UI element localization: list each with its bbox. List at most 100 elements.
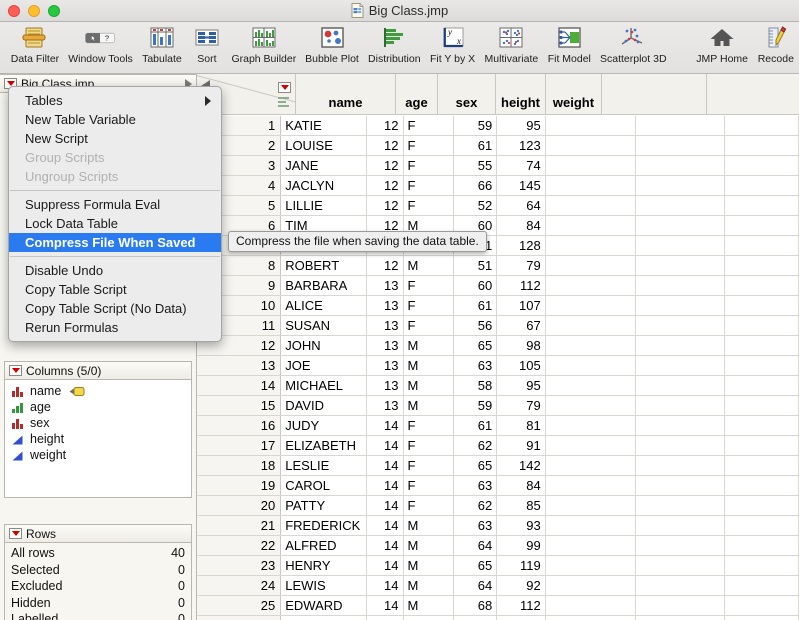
cell-height[interactable]: 62 bbox=[454, 496, 498, 515]
cell-height[interactable]: 64 bbox=[454, 536, 498, 555]
row-number[interactable]: 15 bbox=[197, 396, 282, 415]
cell-sex[interactable]: F bbox=[404, 456, 454, 475]
table-row[interactable]: 18 LESLIE 14 F 65 142 bbox=[197, 456, 799, 476]
cell-height[interactable]: 63 bbox=[454, 516, 498, 535]
cell-empty[interactable] bbox=[636, 616, 726, 620]
cell-empty[interactable] bbox=[725, 316, 799, 335]
cell-empty[interactable] bbox=[636, 516, 726, 535]
cell-weight[interactable]: 74 bbox=[497, 156, 546, 175]
cell-height[interactable]: 68 bbox=[454, 596, 498, 615]
cell-weight[interactable]: 92 bbox=[497, 576, 546, 595]
cell-height[interactable]: 58 bbox=[454, 376, 498, 395]
cell-height[interactable]: 65 bbox=[454, 556, 498, 575]
cell-empty[interactable] bbox=[725, 156, 799, 175]
cell-empty[interactable] bbox=[636, 396, 726, 415]
cell-empty[interactable] bbox=[546, 556, 636, 575]
cell-height[interactable]: 63 bbox=[454, 476, 498, 495]
cell-empty[interactable] bbox=[546, 516, 636, 535]
toolbar-button-sort[interactable]: Sort bbox=[187, 22, 227, 65]
cell-height[interactable]: 62 bbox=[454, 436, 498, 455]
cell-empty[interactable] bbox=[725, 496, 799, 515]
cell-empty[interactable] bbox=[725, 576, 799, 595]
cell-empty[interactable] bbox=[636, 196, 726, 215]
rows-stat-labelled[interactable]: Labelled 0 bbox=[5, 611, 191, 620]
table-row[interactable]: 25 EDWARD 14 M 68 112 bbox=[197, 596, 799, 616]
cell-empty[interactable] bbox=[636, 156, 726, 175]
table-row[interactable]: 12 JOHN 13 M 65 98 bbox=[197, 336, 799, 356]
cell-empty[interactable] bbox=[546, 496, 636, 515]
cell-height[interactable]: 64 bbox=[454, 576, 498, 595]
cell-name[interactable]: JANE bbox=[281, 156, 367, 175]
cell-name[interactable]: CAROL bbox=[281, 476, 367, 495]
rows-panel-header[interactable]: Rows bbox=[4, 524, 192, 543]
cell-name[interactable]: MICHAEL bbox=[281, 376, 367, 395]
cell-height[interactable]: 64 bbox=[454, 616, 498, 620]
cell-age[interactable]: 14 bbox=[367, 516, 404, 535]
cell-empty[interactable] bbox=[636, 536, 726, 555]
cell-empty[interactable] bbox=[636, 136, 726, 155]
table-row[interactable]: 22 ALFRED 14 M 64 99 bbox=[197, 536, 799, 556]
cell-sex[interactable]: F bbox=[404, 476, 454, 495]
cell-empty[interactable] bbox=[546, 156, 636, 175]
toolbar-button-graph-builder[interactable]: Graph Builder bbox=[227, 22, 300, 65]
cell-empty[interactable] bbox=[636, 436, 726, 455]
toolbar-button-fit-model[interactable]: Fit Model bbox=[543, 22, 596, 65]
cell-sex[interactable]: M bbox=[404, 536, 454, 555]
cell-height[interactable]: 63 bbox=[454, 356, 498, 375]
cell-height[interactable]: 56 bbox=[454, 316, 498, 335]
column-list-item-height[interactable]: height bbox=[5, 431, 191, 447]
table-row[interactable]: 9 BARBARA 13 F 60 112 bbox=[197, 276, 799, 296]
table-row[interactable]: 15 DAVID 13 M 59 79 bbox=[197, 396, 799, 416]
table-row[interactable]: 2 LOUISE 12 F 61 123 bbox=[197, 136, 799, 156]
cell-sex[interactable]: M bbox=[404, 376, 454, 395]
table-row[interactable]: 20 PATTY 14 F 62 85 bbox=[197, 496, 799, 516]
menu-item-lock-data-table[interactable]: Lock Data Table bbox=[9, 214, 221, 233]
cell-sex[interactable]: M bbox=[404, 336, 454, 355]
cell-empty[interactable] bbox=[546, 116, 636, 135]
cell-empty[interactable] bbox=[725, 616, 799, 620]
cell-weight[interactable]: 128 bbox=[497, 236, 546, 255]
cell-weight[interactable]: 99 bbox=[497, 536, 546, 555]
cell-empty[interactable] bbox=[546, 216, 636, 235]
cell-empty[interactable] bbox=[636, 176, 726, 195]
cell-empty[interactable] bbox=[725, 536, 799, 555]
menu-item-tables[interactable]: Tables bbox=[9, 91, 221, 110]
cell-name[interactable]: ROBERT bbox=[281, 256, 367, 275]
cell-empty[interactable] bbox=[725, 136, 799, 155]
table-row[interactable]: 26CHRIS14M6499 bbox=[197, 616, 799, 620]
cell-weight[interactable]: 119 bbox=[497, 556, 546, 575]
cell-empty[interactable] bbox=[636, 356, 726, 375]
cell-sex[interactable]: F bbox=[404, 316, 454, 335]
table-row[interactable]: 14 MICHAEL 13 M 58 95 bbox=[197, 376, 799, 396]
cell-height[interactable]: 65 bbox=[454, 456, 498, 475]
cell-weight[interactable]: 84 bbox=[497, 216, 546, 235]
cell-empty[interactable] bbox=[725, 116, 799, 135]
cell-empty[interactable] bbox=[725, 296, 799, 315]
cell-name[interactable]: KATIE bbox=[281, 116, 367, 135]
cell-empty[interactable] bbox=[636, 556, 726, 575]
cell-empty[interactable] bbox=[725, 416, 799, 435]
cell-weight[interactable]: 85 bbox=[497, 496, 546, 515]
cell-age[interactable]: 13 bbox=[367, 316, 404, 335]
cell-name[interactable]: LOUISE bbox=[281, 136, 367, 155]
cell-empty[interactable] bbox=[636, 376, 726, 395]
row-number[interactable]: 14 bbox=[197, 376, 282, 395]
cell-empty[interactable] bbox=[636, 596, 726, 615]
cell-height[interactable]: 59 bbox=[454, 116, 498, 135]
columns-panel-header[interactable]: Columns (5/0) bbox=[4, 361, 192, 380]
column-list-item-weight[interactable]: weight bbox=[5, 447, 191, 463]
row-number[interactable]: 16 bbox=[197, 416, 282, 435]
cell-name[interactable]: JOHN bbox=[281, 336, 367, 355]
menu-item-disable-undo[interactable]: Disable Undo bbox=[9, 261, 221, 280]
cell-name[interactable]: JUDY bbox=[281, 416, 367, 435]
table-row[interactable]: 1 KATIE 12 F 59 95 bbox=[197, 116, 799, 136]
toolbar-button-recode[interactable]: Recode bbox=[753, 22, 799, 65]
cell-age[interactable]: 12 bbox=[367, 196, 404, 215]
cell-age[interactable]: 14 bbox=[367, 496, 404, 515]
cell-empty[interactable] bbox=[725, 356, 799, 375]
cell-age[interactable]: 12 bbox=[367, 176, 404, 195]
menu-item-rerun-formulas[interactable]: Rerun Formulas bbox=[9, 318, 221, 337]
row-number[interactable]: 26 bbox=[197, 616, 282, 620]
cell-age[interactable]: 14 bbox=[367, 596, 404, 615]
cell-empty[interactable] bbox=[636, 256, 726, 275]
